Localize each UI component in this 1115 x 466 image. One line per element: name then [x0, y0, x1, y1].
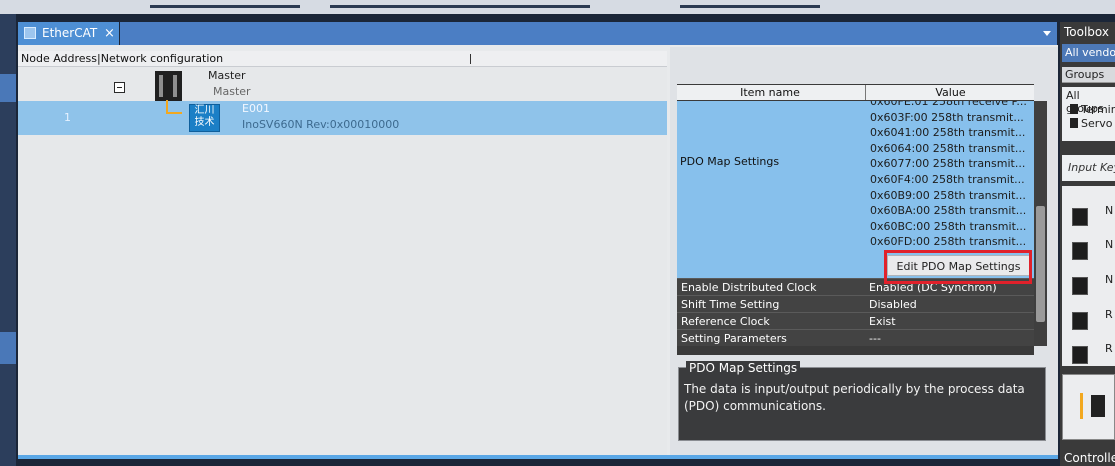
- device-icon: [1072, 346, 1088, 364]
- property-value: ---: [869, 332, 881, 345]
- controller-label[interactable]: Controller: [1064, 451, 1115, 465]
- chevron-down-icon[interactable]: [1043, 31, 1051, 36]
- pdo-entry: 0x60BC:00 258th transmit...: [870, 219, 1027, 233]
- tab-bar: [120, 22, 1057, 45]
- slave-model: InoSV660N Rev:0x00010000: [242, 118, 400, 131]
- description-text: The data is input/output periodically by…: [684, 382, 1025, 413]
- strip-segment: [680, 5, 820, 8]
- column-separator[interactable]: [470, 54, 471, 64]
- highlight-annotation: [884, 250, 1032, 284]
- close-icon[interactable]: ×: [104, 22, 115, 45]
- top-strip: [0, 0, 1115, 14]
- tree-column-header: Node Address|Network configuration: [18, 51, 667, 67]
- group-item[interactable]: Servo: [1070, 117, 1115, 131]
- property-grid-header: Item name Value: [677, 85, 1034, 100]
- device-item[interactable]: N: [1072, 236, 1115, 266]
- logo-line-1: 汇川: [194, 105, 215, 116]
- terminal-icon: [1070, 104, 1078, 114]
- property-key: Enable Distributed Clock: [681, 281, 817, 294]
- property-value: Exist: [869, 315, 896, 328]
- device-icon: [1072, 312, 1088, 330]
- device-item[interactable]: N: [1072, 271, 1115, 301]
- device-icon: [1072, 208, 1088, 226]
- collapse-icon[interactable]: [114, 82, 125, 93]
- device-item[interactable]: N: [1072, 202, 1115, 232]
- description-title: PDO Map Settings: [686, 361, 801, 375]
- group-item[interactable]: Terminal: [1070, 103, 1115, 117]
- column-value: Value: [865, 85, 1035, 100]
- keyword-input[interactable]: Input Keyword: [1062, 155, 1115, 181]
- pdo-entry-list: 0x60FE:01 258th receive P... 0x603F:00 2…: [870, 101, 1032, 251]
- property-key: Shift Time Setting: [681, 298, 780, 311]
- device-icon: [1072, 277, 1088, 295]
- pdo-entry: 0x60FD:00 258th transmit...: [870, 235, 1027, 249]
- master-device-icon[interactable]: [155, 71, 182, 101]
- pdo-entry: 0x6077:00 258th transmit...: [870, 157, 1026, 171]
- ethercat-icon: [24, 27, 36, 39]
- property-key: Reference Clock: [681, 315, 770, 328]
- node-address: 1: [64, 111, 71, 124]
- connection-line: [166, 100, 182, 114]
- left-dock-tab[interactable]: [0, 74, 16, 102]
- property-row[interactable]: Reference Clock Exist: [677, 312, 1034, 329]
- strip-segment: [150, 5, 300, 8]
- scrollbar-thumb[interactable]: [1036, 206, 1045, 322]
- left-dock-edge: [0, 14, 16, 466]
- pdo-entry: 0x603F:00 258th transmit...: [870, 110, 1024, 124]
- left-dock-tab[interactable]: [0, 332, 16, 364]
- strip-segment: [330, 5, 590, 8]
- pdo-map-label: PDO Map Settings: [680, 155, 780, 168]
- device-preview-icon: [1080, 393, 1105, 419]
- logo-line-2: 技术: [194, 117, 215, 128]
- groups-header: Groups: [1062, 67, 1115, 83]
- tab-ethercat[interactable]: EtherCAT ×: [18, 22, 119, 45]
- inovance-logo-icon[interactable]: 汇川 技术: [189, 104, 220, 132]
- vendor-select[interactable]: All vendors: [1062, 44, 1115, 62]
- property-row[interactable]: Setting Parameters ---: [677, 329, 1034, 346]
- column-item-name: Item name: [740, 86, 800, 99]
- pdo-entry: 0x60FE:01 258th receive P...: [870, 101, 1027, 108]
- pdo-entry: 0x60B9:00 258th transmit...: [870, 188, 1026, 202]
- master-title[interactable]: Master: [208, 69, 246, 82]
- master-subtitle: Master: [213, 85, 251, 98]
- toolbox-title: Toolbox: [1064, 25, 1109, 39]
- pdo-entry: 0x60F4:00 258th transmit...: [870, 172, 1025, 186]
- servo-icon: [1070, 118, 1078, 128]
- device-icon: [1072, 242, 1088, 260]
- tree-header-label: Node Address|Network configuration: [21, 52, 224, 65]
- pdo-entry: 0x6064:00 258th transmit...: [870, 141, 1026, 155]
- slave-name[interactable]: E001: [242, 102, 270, 115]
- property-key: Setting Parameters: [681, 332, 787, 345]
- device-item[interactable]: R: [1072, 306, 1115, 336]
- pdo-entry: 0x6041:00 258th transmit...: [870, 126, 1026, 140]
- pdo-entry: 0x60BA:00 258th transmit...: [870, 204, 1027, 218]
- tab-label: EtherCAT: [42, 26, 98, 40]
- property-row[interactable]: Shift Time Setting Disabled: [677, 295, 1034, 312]
- device-item[interactable]: R: [1072, 340, 1115, 370]
- property-value: Disabled: [869, 298, 917, 311]
- panel-bottom-border: [18, 455, 1058, 459]
